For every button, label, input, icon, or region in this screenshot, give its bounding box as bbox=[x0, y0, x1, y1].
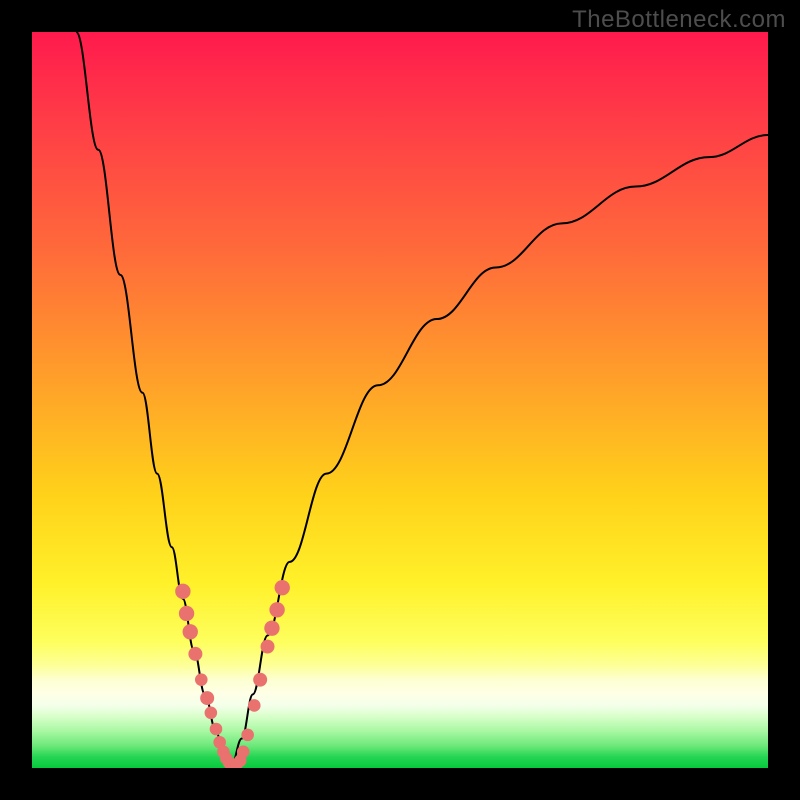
chart-frame: TheBottleneck.com bbox=[0, 0, 800, 800]
curve-left-branch bbox=[76, 32, 231, 768]
marker-point bbox=[200, 691, 214, 705]
plot-area bbox=[32, 32, 768, 768]
watermark-label: TheBottleneck.com bbox=[572, 6, 786, 34]
curve-svg bbox=[32, 32, 768, 768]
marker-point bbox=[248, 699, 261, 712]
marker-point bbox=[241, 729, 254, 742]
marker-point bbox=[175, 584, 190, 599]
marker-point bbox=[179, 606, 194, 621]
marker-point bbox=[269, 602, 284, 617]
marker-point bbox=[253, 673, 267, 687]
marker-point bbox=[275, 580, 290, 595]
marker-point bbox=[183, 624, 198, 639]
marker-point bbox=[210, 723, 223, 736]
marker-group bbox=[175, 580, 290, 768]
marker-point bbox=[205, 707, 218, 720]
marker-point bbox=[237, 746, 250, 759]
marker-point bbox=[261, 640, 275, 654]
curve-right-branch bbox=[231, 135, 768, 768]
marker-point bbox=[195, 673, 208, 686]
marker-point bbox=[264, 620, 279, 635]
marker-point bbox=[188, 647, 202, 661]
